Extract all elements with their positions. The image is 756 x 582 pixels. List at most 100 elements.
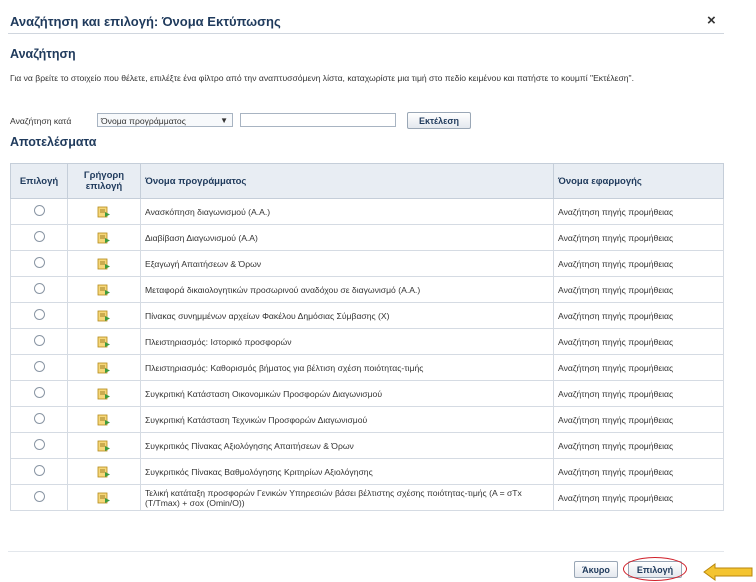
program-name-cell: Ανασκόπηση διαγωνισμού (Α.Α.)	[140, 198, 554, 225]
row-radio[interactable]	[33, 361, 45, 372]
highlight-oval	[623, 557, 687, 581]
program-name-cell: Συγκριτική Κατάσταση Οικονομικών Προσφορ…	[140, 380, 554, 407]
quick-select-cell	[67, 198, 141, 225]
arrow-left-icon	[703, 563, 753, 581]
application-name-cell: Αναζήτηση πηγής προμήθειας	[553, 198, 724, 225]
search-filter-select[interactable]: Όνομα προγράμματος ▼	[97, 113, 233, 127]
table-row[interactable]: Συγκριτικός Πίνακας Αξιολόγησης Απαιτήσε…	[10, 432, 724, 459]
quick-select-cell	[67, 458, 141, 485]
program-name-cell: Πλειστηριασμός: Ιστορικό προσφορών	[140, 328, 554, 355]
row-radio-cell	[10, 406, 68, 433]
go-button[interactable]: Εκτέλεση	[407, 112, 471, 129]
row-radio-cell	[10, 198, 68, 225]
program-name-cell: Συγκριτικός Πίνακας Βαθμολόγησης Κριτηρί…	[140, 458, 554, 485]
quick-select-cell	[67, 354, 141, 381]
row-radio[interactable]	[33, 231, 45, 242]
row-radio[interactable]	[33, 335, 45, 346]
table-row[interactable]: Διαβίβαση Διαγωνισμού (Α.Α) Αναζήτηση πηγ…	[10, 224, 724, 251]
close-icon[interactable]: ×	[707, 12, 716, 29]
quick-select-cell	[67, 380, 141, 407]
quick-select-icon[interactable]	[97, 284, 111, 295]
application-name-cell: Αναζήτηση πηγής προμήθειας	[553, 224, 724, 251]
quick-select-icon[interactable]	[97, 388, 111, 399]
program-name-cell: Πλειστηριασμός: Καθορισμός βήματος για β…	[140, 354, 554, 381]
program-name-cell: Συγκριτική Κατάσταση Τεχνικών Προσφορών …	[140, 406, 554, 433]
quick-select-cell	[67, 224, 141, 251]
row-radio[interactable]	[33, 387, 45, 398]
divider	[8, 33, 724, 34]
row-radio-cell	[10, 328, 68, 355]
table-row[interactable]: Συγκριτικός Πίνακας Βαθμολόγησης Κριτηρί…	[10, 458, 724, 485]
table-row[interactable]: Ανασκόπηση διαγωνισμού (Α.Α.) Αναζήτηση π…	[10, 198, 724, 225]
program-name-cell: Διαβίβαση Διαγωνισμού (Α.Α)	[140, 224, 554, 251]
program-name-cell: Εξαγωγή Απαιτήσεων & Όρων	[140, 250, 554, 277]
quick-select-icon[interactable]	[97, 232, 111, 243]
quick-select-icon[interactable]	[97, 362, 111, 373]
row-radio-cell	[10, 224, 68, 251]
application-name-cell: Αναζήτηση πηγής προμήθειας	[553, 328, 724, 355]
application-name-cell: Αναζήτηση πηγής προμήθειας	[553, 432, 724, 459]
table-row[interactable]: Μεταφορά δικαιολογητικών προσωρινού αναδ…	[10, 276, 724, 303]
table-row[interactable]: Συγκριτική Κατάσταση Τεχνικών Προσφορών …	[10, 406, 724, 433]
quick-select-cell	[67, 432, 141, 459]
program-name-cell: Τελική κατάταξη προσφορών Γενικών Υπηρεσ…	[140, 484, 554, 511]
search-by-label: Αναζήτηση κατά	[10, 116, 72, 126]
quick-select-icon[interactable]	[97, 206, 111, 217]
quick-select-icon[interactable]	[97, 492, 111, 503]
application-name-cell: Αναζήτηση πηγής προμήθειας	[553, 276, 724, 303]
row-radio[interactable]	[33, 309, 45, 320]
row-radio[interactable]	[33, 465, 45, 476]
table-row[interactable]: Πλειστηριασμός: Καθορισμός βήματος για β…	[10, 354, 724, 381]
table-row[interactable]: Πλειστηριασμός: Ιστορικό προσφορών Αναζήτ…	[10, 328, 724, 355]
quick-select-cell	[67, 484, 141, 511]
quick-select-cell	[67, 406, 141, 433]
row-radio-cell	[10, 432, 68, 459]
application-name-cell: Αναζήτηση πηγής προμήθειας	[553, 380, 724, 407]
application-name-cell: Αναζήτηση πηγής προμήθειας	[553, 354, 724, 381]
table-row[interactable]: Πίνακας συνημμένων αρχείων Φακέλου Δημόσ…	[10, 302, 724, 329]
search-instructions: Για να βρείτε το στοιχείο που θέλετε, επ…	[10, 73, 634, 83]
results-table: Επιλογή Γρήγορη επιλογή Όνομα προγράμματ…	[10, 163, 724, 511]
row-radio[interactable]	[33, 413, 45, 424]
application-name-cell: Αναζήτηση πηγής προμήθειας	[553, 484, 724, 511]
row-radio[interactable]	[33, 257, 45, 268]
quick-select-icon[interactable]	[97, 336, 111, 347]
table-row[interactable]: Εξαγωγή Απαιτήσεων & Όρων Αναζήτηση πηγής…	[10, 250, 724, 277]
application-name-cell: Αναζήτηση πηγής προμήθειας	[553, 458, 724, 485]
row-radio[interactable]	[33, 205, 45, 216]
quick-select-cell	[67, 250, 141, 277]
search-filter-value: Όνομα προγράμματος	[101, 116, 186, 126]
application-name-cell: Αναζήτηση πηγής προμήθειας	[553, 302, 724, 329]
row-radio[interactable]	[33, 491, 45, 502]
row-radio-cell	[10, 276, 68, 303]
results-heading: Αποτελέσματα	[10, 135, 97, 149]
search-heading: Αναζήτηση	[10, 47, 76, 61]
quick-select-icon[interactable]	[97, 258, 111, 269]
search-select-dialog: Αναζήτηση και επιλογή: Όνομα Εκτύπωσης ×…	[0, 0, 730, 582]
table-row[interactable]: Συγκριτική Κατάσταση Οικονομικών Προσφορ…	[10, 380, 724, 407]
row-radio[interactable]	[33, 439, 45, 450]
row-radio[interactable]	[33, 283, 45, 294]
application-name-cell: Αναζήτηση πηγής προμήθειας	[553, 406, 724, 433]
quick-select-icon[interactable]	[97, 466, 111, 477]
table-row[interactable]: Τελική κατάταξη προσφορών Γενικών Υπηρεσ…	[10, 484, 724, 511]
row-radio-cell	[10, 458, 68, 485]
row-radio-cell	[10, 250, 68, 277]
application-name-cell: Αναζήτηση πηγής προμήθειας	[553, 250, 724, 277]
row-radio-cell	[10, 484, 68, 511]
dialog-title: Αναζήτηση και επιλογή: Όνομα Εκτύπωσης	[10, 14, 281, 29]
cancel-button[interactable]: Άκυρο	[574, 561, 618, 578]
search-input[interactable]	[240, 113, 396, 127]
quick-select-cell	[67, 302, 141, 329]
column-header-program-name[interactable]: Όνομα προγράμματος	[140, 163, 554, 199]
quick-select-icon[interactable]	[97, 440, 111, 451]
column-header-select: Επιλογή	[10, 163, 68, 199]
row-radio-cell	[10, 354, 68, 381]
quick-select-icon[interactable]	[97, 414, 111, 425]
row-radio-cell	[10, 302, 68, 329]
column-header-application-name[interactable]: Όνομα εφαρμογής	[553, 163, 724, 199]
program-name-cell: Μεταφορά δικαιολογητικών προσωρινού αναδ…	[140, 276, 554, 303]
quick-select-cell	[67, 276, 141, 303]
quick-select-icon[interactable]	[97, 310, 111, 321]
row-radio-cell	[10, 380, 68, 407]
